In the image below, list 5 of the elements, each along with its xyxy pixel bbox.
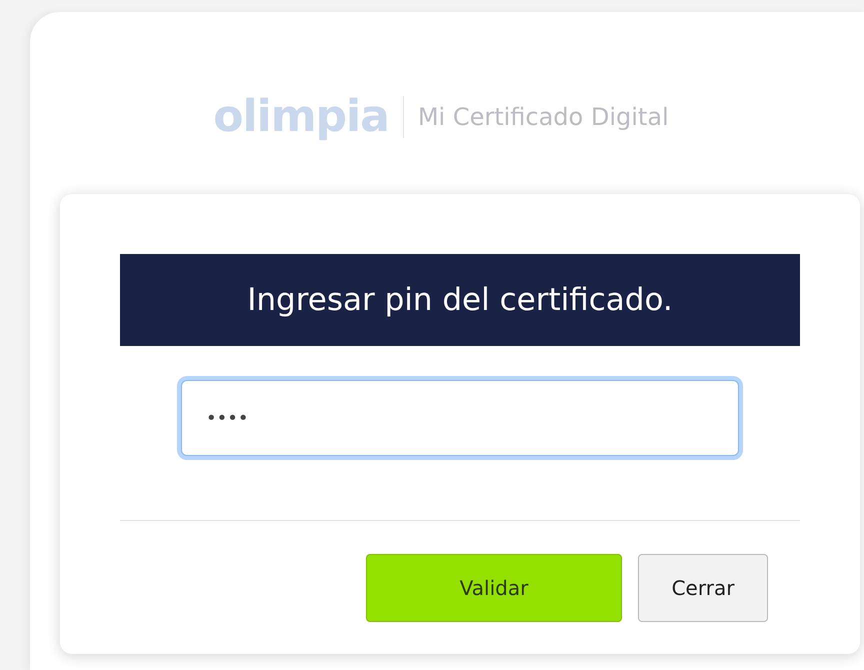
app-subtitle: Mi Certificado Digital — [418, 103, 669, 131]
pin-field[interactable]: •••• — [181, 380, 739, 456]
dialog-title: Ingresar pin del certificado. — [120, 254, 800, 346]
validate-button[interactable]: Validar — [366, 554, 622, 622]
close-button[interactable]: Cerrar — [638, 554, 768, 622]
